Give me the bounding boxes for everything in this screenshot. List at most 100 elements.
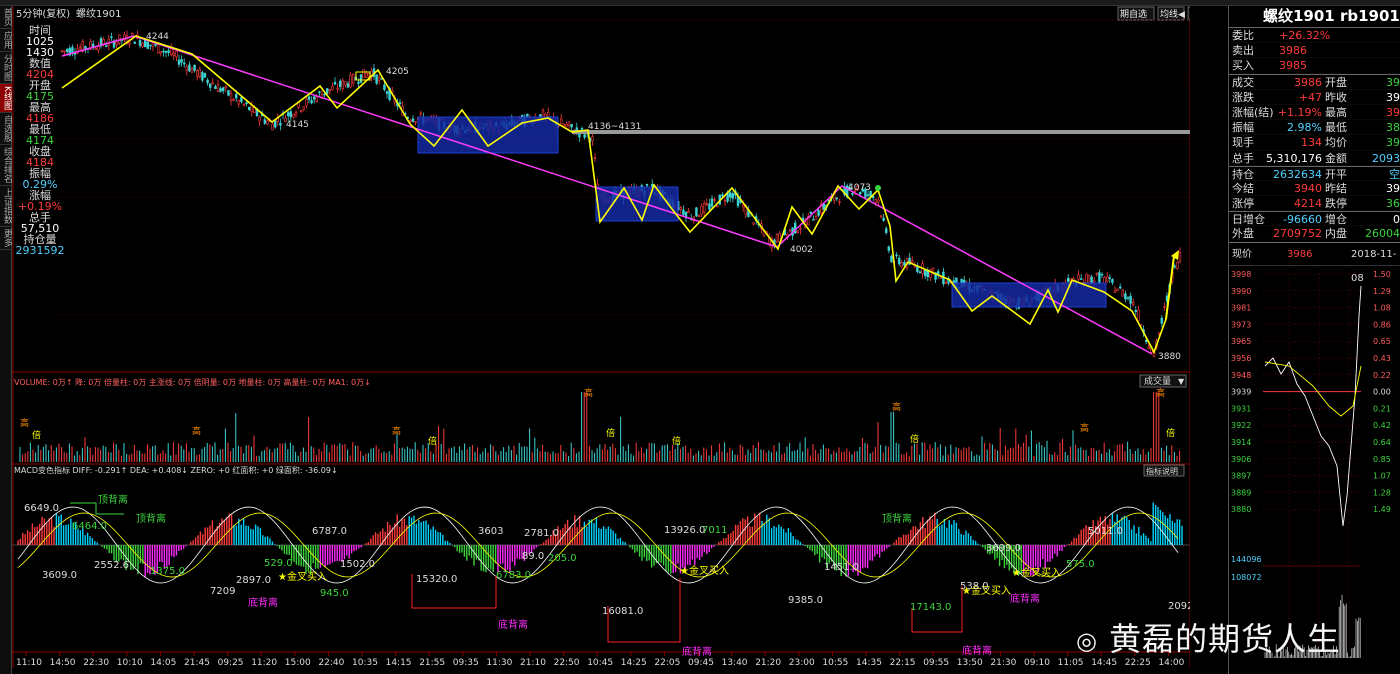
quote-row-label: 委比 [1232,29,1254,42]
candle-body [248,106,251,111]
quote-grid-value2: 39 [1386,75,1400,89]
candle-body [214,86,217,89]
mini-axis-left-11: 3906 [1231,454,1251,463]
candle-body [211,82,214,85]
candle-body [216,83,220,92]
intraday-mini-chart[interactable]: 3998 1.503990 1.293981 1.083973 0.863965 0.65… [1229,265,1400,658]
candle-body [1134,310,1138,313]
mini-axis-left-9: 3922 [1231,421,1251,430]
candle-body [695,207,698,217]
mini-axis-left-8: 3931 [1231,404,1251,413]
sidebar-tab-5[interactable]: 综合排名 [0,145,12,186]
candle-body [1100,273,1104,276]
time-label-30: 09:10 [1024,658,1050,668]
quote-grid-row-10: 外盘 2709752 内盘 26004 [1229,226,1400,242]
candle-body [79,47,82,50]
bot-div-label-4: 底背离 [1010,592,1040,605]
quote-row-0: 委比 +26.32% [1229,28,1400,44]
candle-body [1087,275,1091,284]
candle-body [570,124,573,128]
macd-number-8: 6787.0 [312,526,347,537]
sidebar-tab-4[interactable]: 自选股 [0,113,12,145]
price-annotation-6: 3880 [1158,352,1181,362]
macd-number-0: 6649.0 [24,503,59,514]
sidebar-tab-3[interactable]: K线图 [0,84,12,113]
time-label-16: 22:50 [554,658,580,668]
mini-axis-left-0: 3998 [1231,270,1251,279]
candle-body [151,42,155,47]
quote-grid-label2: 昨收 [1325,90,1347,104]
mini-axis-left-1: 3990 [1231,286,1251,295]
time-label-0: 11:10 [16,658,42,668]
volume-legend: VOLUME: 0万↑ 降: 0万 倍量柱: 0万 主涨线: 0万 倍阴量: 0… [14,377,371,387]
quote-grid-label: 日增仓 [1232,213,1265,227]
candle-body [835,197,839,200]
candle-body [788,229,792,232]
top-button-label-1: 均线 [1160,8,1178,20]
macd-number-5: 7209 [210,586,235,597]
macd-number-25: 575.0 [1066,559,1095,570]
macd-number-21: 1451.0 [824,562,859,573]
candle-body [102,38,105,45]
volume-bei-label-1: 倍 [428,435,437,447]
candle-body [897,257,901,265]
candle-body [687,210,690,213]
quote-grid-value: +47 [1298,90,1322,104]
sidebar-tab-0[interactable]: 首页 [0,6,12,29]
candle-body [1067,277,1070,282]
candle-body [895,254,898,257]
candle-body [299,110,303,112]
candle-body [310,100,313,104]
symbol-code: rb1901 [1339,7,1400,25]
sidebar-tab-1[interactable]: 应用 [0,29,12,52]
quote-grid-row-5: 总手 5,310,176 金额 2093 [1229,151,1400,166]
quote-grid-value2: 38 [1386,121,1400,135]
candle-body [411,118,415,122]
candle-body [149,44,152,47]
candle-body [741,204,745,208]
candle-body [645,183,649,186]
quote-grid-row-3: 振幅 2.98% 最低 38 [1229,120,1400,136]
candle-body [775,234,779,242]
mini-axis-left-14: 3880 [1231,505,1251,514]
time-label-14: 11:30 [486,658,512,668]
time-label-17: 10:45 [587,658,613,668]
quote-row-label: 买入 [1232,59,1254,73]
quote-grid-value: -96660 [1283,213,1322,227]
kline-chart[interactable]: 5分钟(复权)螺纹1901期自选均线画◀时间10251430数值4204开盘41… [12,6,1190,668]
quote-grid-label: 总手 [1232,151,1254,165]
candle-body [822,203,826,210]
candle-body [266,120,269,125]
quote-row-2: 买入 3985 [1229,58,1400,74]
time-label-7: 11:20 [251,658,277,668]
quote-row-value: 3986 [1279,44,1307,58]
quote-grid-row-6: 持仓 2632634 开平 空 [1229,165,1400,181]
candle-body [185,66,188,71]
candle-body [903,261,906,266]
left-sidebar: 首页 应用 分时图 K线图 自选股 综合排名 上证指数 更多 [0,6,12,674]
macd-number-24: 3699.0 [986,543,1021,554]
candle-body [209,83,212,88]
time-label-2: 22:30 [83,658,109,668]
macd-number-6: 2897.0 [236,575,271,586]
candle-body [702,203,706,213]
candle-body [565,123,568,127]
time-label-9: 22:40 [318,658,344,668]
sidebar-tab-6[interactable]: 上证指数 [0,186,12,227]
candle-body [713,199,716,201]
candle-body [731,193,735,199]
candle-body [232,99,235,101]
consolidation-box-0 [417,116,559,154]
candle-body [1173,265,1177,268]
sidebar-tab-7[interactable]: 更多 [0,227,12,250]
volume-high-label-2: 高 [392,425,401,437]
time-label-27: 09:55 [923,658,949,668]
time-label-8: 15:00 [285,658,311,668]
candle-body [240,97,243,103]
candle-body [708,203,711,210]
mini-axis-left-2: 3981 [1231,303,1251,312]
volume-high-label-3: 高 [584,387,593,399]
quote-grid-row-2: 涨幅(结) +1.19% 最高 39 [1229,105,1400,121]
sidebar-tab-2[interactable]: 分时图 [0,52,12,84]
quote-panel: 螺纹1901 rb1901 委比 +26.32% 卖出 3986 买入 3985 成交 39… [1228,6,1400,674]
